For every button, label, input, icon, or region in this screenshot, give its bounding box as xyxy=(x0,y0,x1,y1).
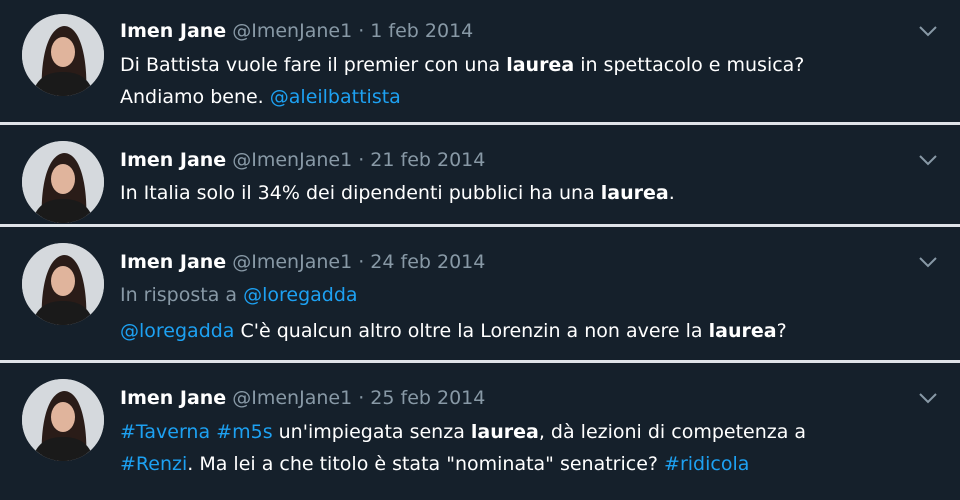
tweet-feed: Imen Jane @ImenJane1 · 1 feb 2014 Di Bat… xyxy=(0,0,960,500)
handle[interactable]: @ImenJane1 xyxy=(232,251,352,273)
text-segment: Di Battista vuole fare il premier con un… xyxy=(120,54,507,76)
chevron-down-icon[interactable] xyxy=(918,24,938,38)
tweet-header: Imen Jane @ImenJane1 · 25 feb 2014 xyxy=(120,385,910,411)
text-segment: Andiamo bene. xyxy=(120,86,270,108)
tweet-date[interactable]: 21 feb 2014 xyxy=(370,149,485,171)
text-segment: . xyxy=(668,182,675,204)
handle[interactable]: @ImenJane1 xyxy=(232,387,352,409)
dot-separator: · xyxy=(352,387,371,409)
display-name[interactable]: Imen Jane xyxy=(120,20,226,42)
text-segment: , dà lezioni di competenza a xyxy=(538,421,807,443)
tweet[interactable]: Imen Jane @ImenJane1 · 21 feb 2014 In It… xyxy=(0,125,960,224)
display-name[interactable]: Imen Jane xyxy=(120,149,226,171)
tweet-header: Imen Jane @ImenJane1 · 24 feb 2014 xyxy=(120,249,910,275)
hashtag-link[interactable]: #Renzi xyxy=(120,453,187,475)
text-segment: C'è qualcun altro oltre la Lorenzin a no… xyxy=(234,320,709,342)
text-segment: ? xyxy=(776,320,787,342)
text-segment: un'impiegata senza xyxy=(272,421,471,443)
avatar[interactable] xyxy=(22,14,104,96)
display-name[interactable]: Imen Jane xyxy=(120,387,226,409)
display-name[interactable]: Imen Jane xyxy=(120,251,226,273)
tweet[interactable]: Imen Jane @ImenJane1 · 25 feb 2014 #Tave… xyxy=(0,363,960,500)
mention-link[interactable]: @loregadda xyxy=(120,320,234,342)
bold-keyword: laurea xyxy=(470,421,539,443)
tweet[interactable]: Imen Jane @ImenJane1 · 1 feb 2014 Di Bat… xyxy=(0,0,960,122)
tweet-date[interactable]: 1 feb 2014 xyxy=(370,20,473,42)
chevron-down-icon[interactable] xyxy=(918,391,938,405)
tweet-header: Imen Jane @ImenJane1 · 21 feb 2014 xyxy=(120,147,910,173)
handle[interactable]: @ImenJane1 xyxy=(232,149,352,171)
tweet[interactable]: Imen Jane @ImenJane1 · 24 feb 2014 In ri… xyxy=(0,227,960,360)
chevron-down-icon[interactable] xyxy=(918,153,938,167)
bold-keyword: laurea xyxy=(600,182,669,204)
avatar[interactable] xyxy=(22,243,104,325)
tweet-date[interactable]: 25 feb 2014 xyxy=(370,387,485,409)
text-segment: in spettacolo e musica? xyxy=(574,54,805,76)
dot-separator: · xyxy=(352,251,371,273)
avatar-photo-icon xyxy=(22,14,104,96)
avatar[interactable] xyxy=(22,141,104,223)
chevron-down-icon[interactable] xyxy=(918,255,938,269)
tweet-text: #Taverna #m5s un'impiegata senza laurea,… xyxy=(120,416,910,480)
hashtag-link[interactable]: #Taverna xyxy=(120,421,210,443)
hashtag-link[interactable]: #m5s xyxy=(216,421,272,443)
hashtag-link[interactable]: #ridicola xyxy=(664,453,749,475)
reply-context: In risposta a @loregadda xyxy=(120,279,910,311)
dot-separator: · xyxy=(352,20,371,42)
avatar-photo-icon xyxy=(22,379,104,461)
tweet-text: In Italia solo il 34% dei dipendenti pub… xyxy=(120,177,910,209)
avatar[interactable] xyxy=(22,379,104,461)
bold-keyword: laurea xyxy=(708,320,777,342)
text-segment: . Ma lei a che titolo è stata "nominata"… xyxy=(187,453,665,475)
avatar-photo-icon xyxy=(22,243,104,325)
mention-link[interactable]: @aleilbattista xyxy=(270,86,401,108)
tweet-date[interactable]: 24 feb 2014 xyxy=(370,251,485,273)
text-segment: In Italia solo il 34% dei dipendenti pub… xyxy=(120,182,601,204)
tweet-text: @loregadda C'è qualcun altro oltre la Lo… xyxy=(120,315,910,347)
tweet-text: Di Battista vuole fare il premier con un… xyxy=(120,49,910,113)
avatar-photo-icon xyxy=(22,141,104,223)
dot-separator: · xyxy=(352,149,371,171)
handle[interactable]: @ImenJane1 xyxy=(232,20,352,42)
tweet-header: Imen Jane @ImenJane1 · 1 feb 2014 xyxy=(120,18,910,44)
bold-keyword: laurea xyxy=(506,54,575,76)
mention-link[interactable]: @loregadda xyxy=(243,284,357,306)
reply-prefix: In risposta a xyxy=(120,284,244,306)
